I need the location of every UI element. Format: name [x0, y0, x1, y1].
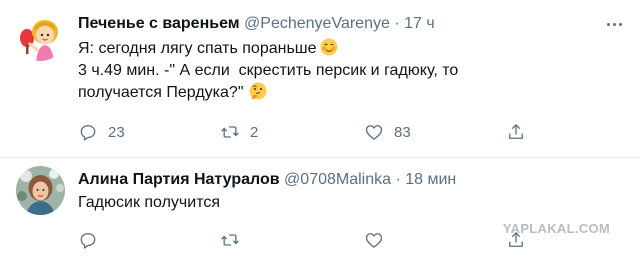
tweet[interactable]: Алина Партия Натуралов @0708Malinka · 18… [0, 158, 640, 260]
reply-count: 23 [108, 123, 125, 141]
reply-icon [80, 233, 96, 249]
tweet-actions: 23 2 83 [70, 120, 550, 144]
separator: · [394, 15, 400, 32]
retweet-count: 2 [250, 123, 259, 141]
woman-photo-avatar-icon [16, 166, 65, 215]
tweet[interactable]: Печенье с вареньем @PechenyeVarenye · 17… [0, 0, 640, 158]
heart-icon [365, 125, 383, 140]
tweet-time[interactable]: 17 ч [404, 15, 435, 32]
tweet-text: Я: сегодня лягу спать пораньше 3 ч.49 ми… [78, 38, 598, 104]
author-name[interactable]: Алина Партия Натуралов [78, 171, 280, 188]
author-name[interactable]: Печенье с вареньем [78, 15, 240, 32]
tweet-line-1: Гадюсик получится [78, 194, 221, 211]
share-icon [509, 123, 523, 139]
separator: · [395, 171, 401, 188]
tweet-line-2: 3 ч.49 мин. -" А если скрестить персик и… [78, 62, 459, 79]
watermark: YAPLAKAL.COM [502, 221, 610, 236]
retweet-button[interactable]: 2 [220, 120, 258, 144]
smiling-face-with-blush-emoji-icon [320, 38, 338, 56]
like-count: 83 [394, 123, 411, 141]
tweet-text: Гадюсик получится [78, 192, 598, 214]
share-button[interactable] [506, 120, 526, 144]
retweet-icon [221, 234, 239, 246]
tweet-line-3: получается Пердука?" [78, 84, 244, 101]
more-options-icon[interactable] [604, 14, 624, 34]
author-handle[interactable]: @0708Malinka [284, 171, 391, 188]
avatar[interactable] [16, 166, 65, 215]
tweet-line-1: Я: сегодня лягу спать пораньше [78, 40, 317, 57]
thinking-face-emoji-icon [249, 82, 266, 100]
girl-with-tennis-racket-avatar-icon [16, 12, 65, 61]
tweet-time[interactable]: 18 мин [405, 171, 456, 188]
tweet-header: Печенье с вареньем @PechenyeVarenye · 17… [78, 14, 435, 34]
tweet-actions [70, 228, 550, 252]
retweet-button[interactable] [220, 228, 240, 252]
reply-button[interactable] [78, 228, 98, 252]
tweet-header: Алина Партия Натуралов @0708Malinka · 18… [78, 170, 456, 190]
heart-icon [365, 233, 383, 248]
retweet-icon [221, 126, 239, 138]
like-button[interactable]: 83 [364, 120, 411, 144]
reply-icon [80, 125, 96, 141]
avatar[interactable] [16, 12, 65, 61]
author-handle[interactable]: @PechenyeVarenye [244, 15, 390, 32]
reply-button[interactable]: 23 [78, 120, 125, 144]
like-button[interactable] [364, 228, 384, 252]
